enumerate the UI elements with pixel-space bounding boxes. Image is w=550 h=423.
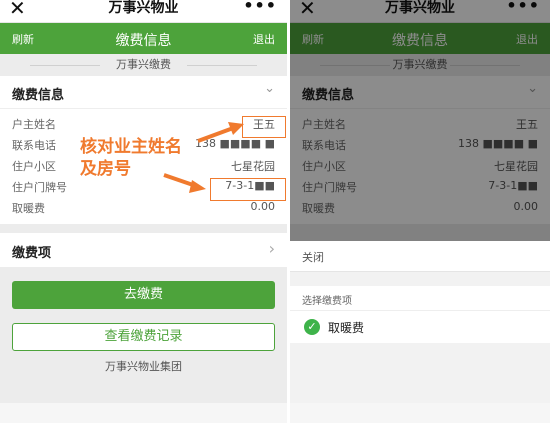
fee-select-sheet: 关闭 选择缴费项 ✓ 取暖费 [290,241,550,423]
annotation-text: 核对业主姓名及房号 [80,137,182,179]
sheet-subtitle-row: 选择缴费项 [290,286,550,311]
right-screen: ✕ 万事兴物业 ••• 刷新 缴费信息 退出 万事兴缴费 缴费信息 ⌄ 户主姓名… [290,0,550,423]
fee-option-heating[interactable]: ✓ 取暖费 [290,311,550,343]
left-screen: ✕ 万事兴物业 ••• 刷新 缴费信息 退出 万事兴缴费 缴费信息 ⌄ 户主姓名… [0,0,287,423]
bottom-strip [290,403,550,423]
screenshot-root: ✕ 万事兴物业 ••• 刷新 缴费信息 退出 万事兴缴费 缴费信息 ⌄ 户主姓名… [0,0,550,423]
sheet-close-row[interactable]: 关闭 [290,241,550,272]
check-icon: ✓ [304,319,320,335]
fee-option-label: 取暖费 [328,321,365,335]
annotation-arrows [163,122,244,193]
sheet-close-button[interactable]: 关闭 [302,249,324,265]
sheet-gap [290,272,550,286]
sheet-subtitle: 选择缴费项 [302,296,352,307]
modal-overlay[interactable] [290,0,550,241]
